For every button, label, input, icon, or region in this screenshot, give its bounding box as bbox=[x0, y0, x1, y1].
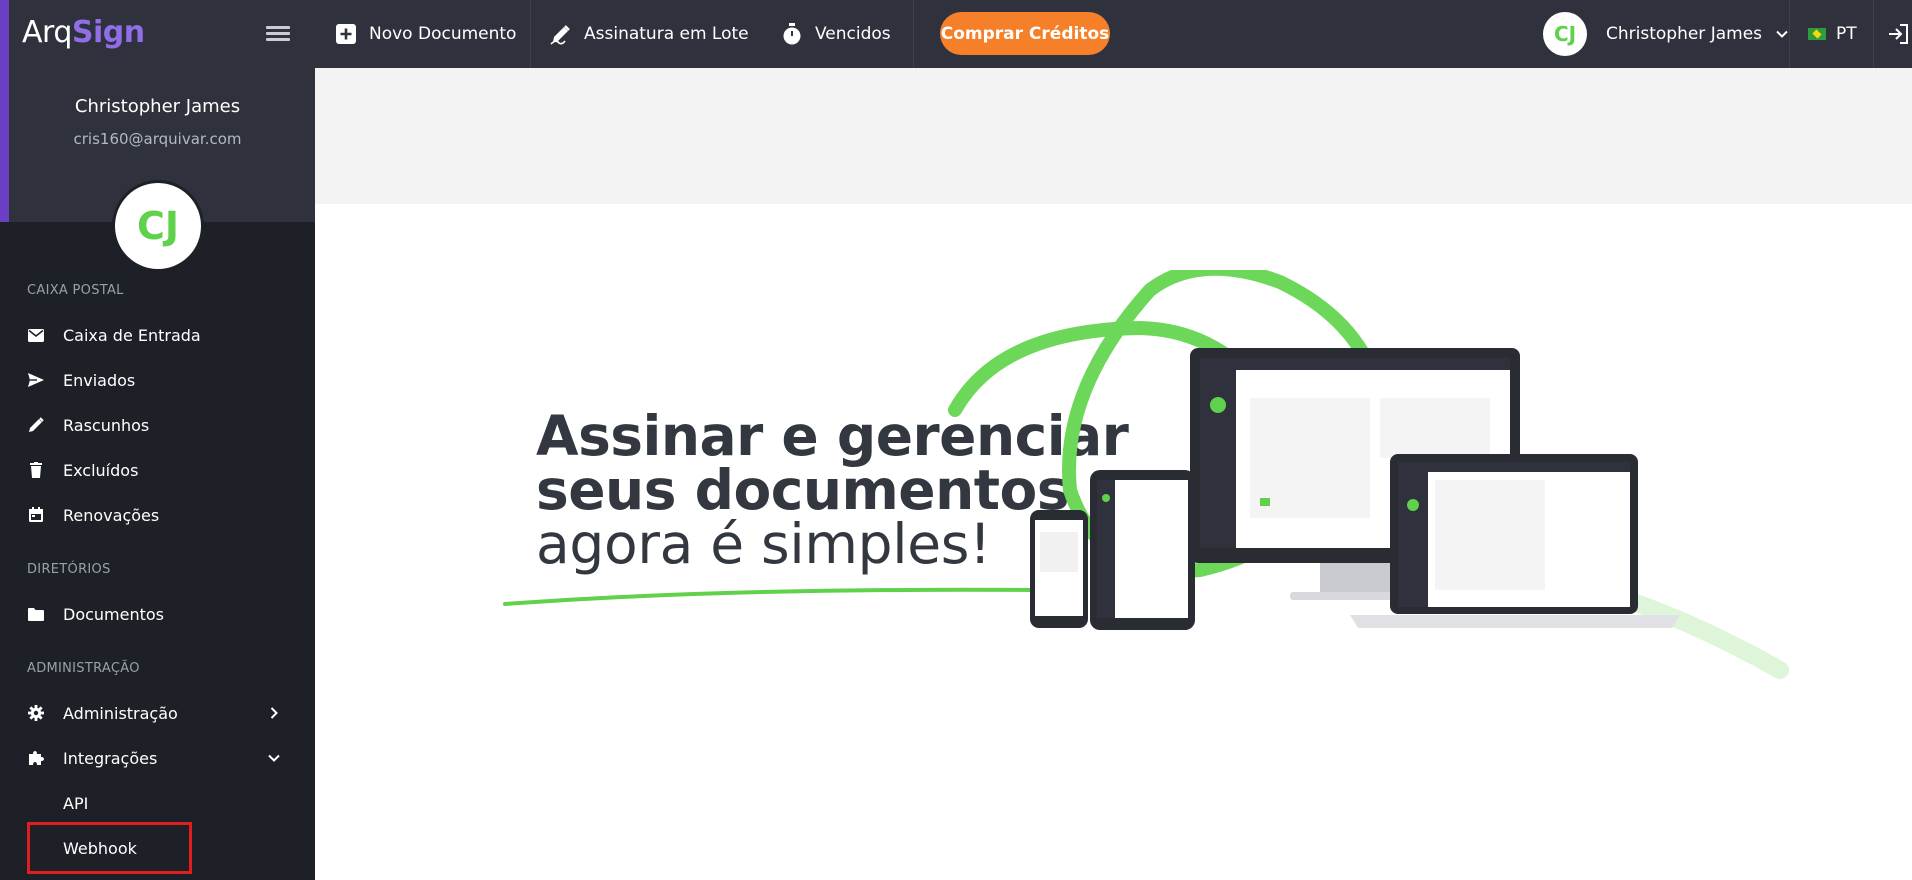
sidebar-item-renovacoes[interactable]: Renovações bbox=[0, 495, 315, 535]
sidebar-item-label: Documentos bbox=[63, 604, 165, 624]
language-label: PT bbox=[1836, 24, 1857, 44]
hamburger-menu-icon[interactable] bbox=[266, 22, 292, 44]
content-header-band bbox=[315, 68, 1912, 204]
folder-icon bbox=[27, 605, 45, 623]
section-title-administracao: ADMINISTRAÇÃO bbox=[27, 661, 140, 676]
logo-text-arq: Arq bbox=[22, 14, 72, 50]
stopwatch-icon bbox=[781, 23, 803, 45]
gear-icon bbox=[27, 704, 45, 722]
section-title-caixa-postal: CAIXA POSTAL bbox=[27, 283, 124, 298]
sidebar-item-enviados[interactable]: Enviados bbox=[0, 360, 315, 400]
chevron-right-icon bbox=[268, 707, 280, 719]
sidebar-item-excluidos[interactable]: Excluídos bbox=[0, 450, 315, 490]
user-name: Christopher James bbox=[1606, 24, 1763, 44]
topbar-divider bbox=[530, 0, 531, 68]
buy-credits-button[interactable]: Comprar Créditos bbox=[940, 12, 1110, 55]
profile-avatar[interactable]: CJ bbox=[112, 180, 204, 272]
new-document-button[interactable]: Novo Documento bbox=[335, 0, 516, 68]
logout-icon[interactable] bbox=[1886, 22, 1910, 46]
signature-pen-icon bbox=[550, 23, 572, 45]
plus-square-icon bbox=[335, 23, 357, 45]
sidebar-item-label: Administração bbox=[63, 703, 178, 723]
topbar-divider bbox=[1873, 0, 1874, 68]
sidebar-item-documentos[interactable]: Documentos bbox=[0, 594, 315, 634]
profile-email: cris160@arquivar.com bbox=[73, 130, 242, 148]
user-avatar: CJ bbox=[1543, 12, 1587, 56]
sidebar-item-label: Caixa de Entrada bbox=[63, 325, 201, 345]
arqsign-logo[interactable]: Arq Sign bbox=[22, 12, 145, 52]
topbar-divider bbox=[913, 0, 914, 68]
sidebar-item-label: Integrações bbox=[63, 748, 158, 768]
trash-icon bbox=[27, 461, 45, 479]
chevron-down-icon bbox=[268, 752, 280, 764]
user-menu[interactable]: CJ Christopher James bbox=[1543, 0, 1788, 68]
sidebar-subitem-api[interactable]: API bbox=[0, 783, 315, 823]
devices-illustration bbox=[503, 270, 1789, 679]
profile-name: Christopher James bbox=[74, 96, 241, 117]
sidebar-item-caixa-de-entrada[interactable]: Caixa de Entrada bbox=[0, 315, 315, 355]
send-icon bbox=[27, 371, 45, 389]
logo-text-sign: Sign bbox=[71, 14, 145, 50]
pencil-icon bbox=[27, 416, 45, 434]
topbar-divider bbox=[1789, 0, 1790, 68]
section-title-diretorios: DIRETÓRIOS bbox=[27, 562, 111, 577]
sidebar-item-integracoes[interactable]: Integrações bbox=[0, 738, 315, 778]
sidebar-subitem-label: API bbox=[63, 793, 89, 813]
new-document-label: Novo Documento bbox=[369, 24, 517, 44]
puzzle-icon bbox=[27, 749, 45, 767]
language-selector[interactable]: PT bbox=[1808, 0, 1857, 68]
expired-label: Vencidos bbox=[815, 24, 891, 44]
chevron-down-icon bbox=[1776, 28, 1788, 40]
calendar-icon bbox=[27, 506, 45, 524]
brazil-flag-icon bbox=[1808, 28, 1826, 40]
sidebar: Arq Sign Christopher James cris160@arquiv… bbox=[0, 0, 315, 880]
sidebar-item-label: Enviados bbox=[63, 370, 136, 390]
sidebar-item-rascunhos[interactable]: Rascunhos bbox=[0, 405, 315, 445]
sidebar-item-administracao[interactable]: Administração bbox=[0, 693, 315, 733]
sidebar-item-label: Renovações bbox=[63, 505, 160, 525]
sidebar-subitem-label: Webhook bbox=[63, 838, 137, 858]
topbar: Novo Documento Assinatura em Lote Vencid… bbox=[315, 0, 1912, 68]
sidebar-subitem-webhook[interactable]: Webhook bbox=[0, 828, 315, 868]
sidebar-item-label: Rascunhos bbox=[63, 415, 150, 435]
envelope-icon bbox=[27, 326, 45, 344]
batch-signature-button[interactable]: Assinatura em Lote bbox=[550, 0, 749, 68]
batch-signature-label: Assinatura em Lote bbox=[584, 24, 749, 44]
expired-button[interactable]: Vencidos bbox=[781, 0, 891, 68]
sidebar-item-label: Excluídos bbox=[63, 460, 139, 480]
